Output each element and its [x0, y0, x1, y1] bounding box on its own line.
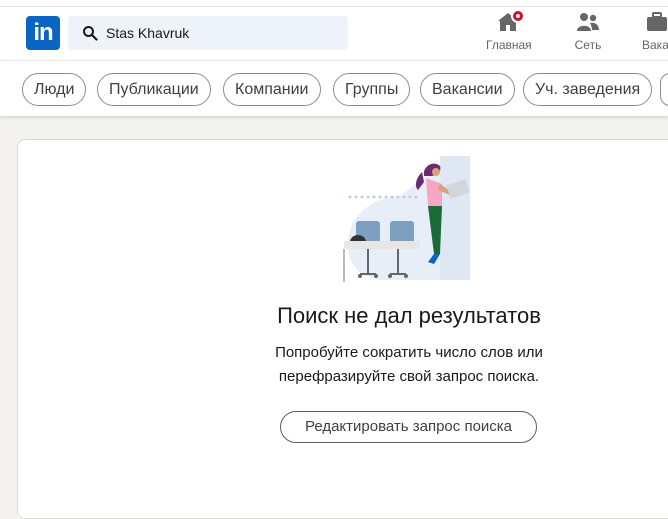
empty-state-subtitle: Попробуйте сократить число слов или пере… — [0, 341, 668, 389]
empty-state-title: Поиск не дал результатов — [277, 303, 541, 328]
search-input[interactable] — [106, 16, 336, 50]
notification-badge — [511, 9, 525, 23]
nav-jobs[interactable]: Вакансии — [642, 10, 668, 56]
top-divider — [0, 6, 668, 7]
nav-home[interactable]: Главная — [486, 9, 532, 56]
no-results-illustration — [343, 156, 470, 282]
nav-jobs-label: Вакансии — [642, 38, 668, 52]
filter-groups[interactable]: Группы — [333, 73, 411, 106]
linkedin-logo[interactable]: in — [26, 16, 60, 50]
global-nav: in Главная Сеть — [0, 0, 668, 60]
filter-more[interactable] — [660, 73, 668, 106]
search-box[interactable] — [68, 16, 348, 50]
edit-search-button[interactable]: Редактировать запрос поиска — [280, 411, 537, 443]
filter-schools[interactable]: Уч. заведения — [523, 73, 653, 106]
nav-home-label: Главная — [486, 38, 532, 52]
filter-jobs[interactable]: Вакансии — [420, 73, 515, 106]
filter-people[interactable]: Люди — [22, 73, 87, 106]
nav-network[interactable]: Сеть — [570, 10, 606, 56]
search-icon — [83, 26, 98, 41]
empty-state-subtitle-line1: Попробуйте сократить число слов или — [275, 344, 543, 361]
empty-state-subtitle-line2: перефразируйте свой запрос поиска. — [278, 368, 540, 385]
jobs-icon — [645, 10, 668, 34]
home-icon — [496, 9, 525, 34]
nav-network-label: Сеть — [574, 38, 602, 52]
network-icon — [576, 10, 600, 34]
filter-posts[interactable]: Публикации — [97, 73, 211, 106]
filter-companies[interactable]: Компании — [223, 73, 321, 106]
search-filter-bar: Люди Публикации Компании Группы Вакансии… — [0, 60, 668, 116]
